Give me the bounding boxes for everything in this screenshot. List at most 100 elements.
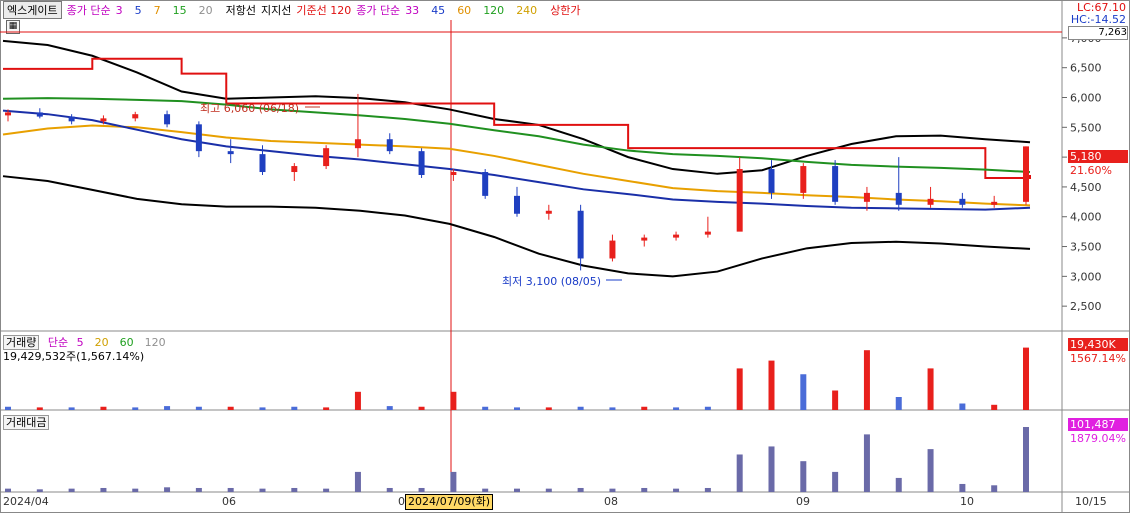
candle-body xyxy=(418,151,425,175)
y-tick-label: 6,000 xyxy=(1070,92,1102,105)
amount-bar xyxy=(514,488,520,492)
volume-bar xyxy=(959,403,966,410)
volume-bar xyxy=(195,406,202,410)
chart-canvas[interactable]: 7,0006,5006,0005,5005,0004,5004,0003,500… xyxy=(0,0,1130,513)
candle-body xyxy=(450,172,457,175)
volume-bar xyxy=(323,407,330,410)
y-tick-label: 4,000 xyxy=(1070,211,1102,224)
amount-bar xyxy=(5,488,11,492)
amount-bar xyxy=(386,487,393,492)
candle-body xyxy=(863,192,870,202)
amount-bar xyxy=(545,488,552,492)
volume-bar xyxy=(514,407,520,410)
series-line xyxy=(2,39,1031,175)
volume-bar xyxy=(100,406,107,410)
amount-bar xyxy=(768,446,775,492)
amount-bar xyxy=(418,487,425,492)
volume-bar xyxy=(863,350,870,410)
candle-body xyxy=(259,154,266,173)
amount-bar xyxy=(164,487,171,492)
volume-bar xyxy=(5,406,11,410)
candle-body xyxy=(832,166,839,202)
high-annotation: 최고 6,060 (06/18) xyxy=(200,102,300,115)
amount-bar xyxy=(641,487,648,492)
candle-body xyxy=(927,198,934,205)
candle-body xyxy=(164,114,171,125)
stock-chart-window: 엑스게이트 종가 단순 3 5 7 15 20 저항선 지지선 기준선 120 종가 단… xyxy=(0,0,1130,513)
x-axis-label: 06 xyxy=(222,495,236,508)
max-price-box: 7,263 xyxy=(1068,26,1128,40)
volume-bar xyxy=(609,407,616,410)
candle-body xyxy=(545,210,552,214)
volume-bar xyxy=(68,407,75,410)
volume-bar xyxy=(291,406,298,410)
amount-bar xyxy=(895,477,902,492)
volume-bar xyxy=(577,406,584,410)
volume-percent: 1567.14% xyxy=(1070,352,1126,365)
amount-bar xyxy=(673,488,680,492)
candle-body xyxy=(800,166,807,193)
candle-body xyxy=(577,210,584,259)
crosshair-date-label: 2024/07/09(화) xyxy=(405,494,494,510)
outer-border xyxy=(0,0,1130,513)
amount-bar xyxy=(227,487,234,492)
candle-body xyxy=(100,118,107,122)
y-tick-label: 2,500 xyxy=(1070,300,1102,313)
amount-bar xyxy=(36,489,43,492)
volume-bar xyxy=(991,404,998,410)
candle-body xyxy=(673,234,680,238)
candle-body xyxy=(641,237,648,241)
volume-bar xyxy=(736,368,743,410)
candle-body xyxy=(227,151,234,155)
amount-bar xyxy=(800,461,807,492)
candle-body xyxy=(736,169,743,232)
candle-body xyxy=(323,148,330,167)
amount-bar xyxy=(959,483,966,492)
volume-bar xyxy=(927,368,934,410)
candle-body xyxy=(482,172,489,196)
volume-ma-period-120[interactable]: 120 xyxy=(145,336,166,349)
candle-body xyxy=(195,124,202,152)
amount-title[interactable]: 거래대금 xyxy=(3,415,50,430)
candle-body xyxy=(514,195,520,214)
amount-bar xyxy=(704,487,711,492)
amount-bar xyxy=(832,471,839,492)
close-price-box: 5,180 xyxy=(1068,150,1128,163)
candle-body xyxy=(609,240,616,259)
candle-body xyxy=(959,198,966,205)
y-tick-label: 4,500 xyxy=(1070,181,1102,194)
volume-bar xyxy=(545,407,552,410)
amount-legend: 거래대금 xyxy=(3,414,54,430)
candle-body xyxy=(68,116,75,122)
volume-bar xyxy=(418,406,425,410)
amount-bar xyxy=(323,488,330,492)
volume-bar xyxy=(259,407,266,410)
volume-bar xyxy=(386,406,393,410)
volume-bar xyxy=(704,406,711,410)
amount-percent: 1879.04% xyxy=(1070,432,1126,445)
volume-summary: 19,429,532주(1,567.14%) xyxy=(3,350,145,363)
candle-body xyxy=(1023,146,1029,202)
volume-bar xyxy=(673,407,680,410)
candle-body xyxy=(991,201,998,205)
candle-body xyxy=(768,169,775,193)
candle-body xyxy=(386,139,393,152)
change-percent: 21.60% xyxy=(1070,164,1112,177)
amount-bar xyxy=(577,487,584,492)
amount-bar xyxy=(291,487,298,492)
candle-body xyxy=(132,114,139,119)
amount-bar xyxy=(68,488,75,492)
volume-bar xyxy=(768,360,775,410)
amount-box: 101,487 xyxy=(1068,418,1128,431)
volume-bar xyxy=(1023,347,1029,410)
amount-bar xyxy=(100,487,107,492)
volume-box: 19,430K xyxy=(1068,338,1128,351)
x-axis-label: 08 xyxy=(604,495,618,508)
x-axis-label: 10/15 xyxy=(1075,495,1107,508)
low-annotation: 최저 3,100 (08/05) xyxy=(502,275,602,288)
volume-bar xyxy=(895,397,902,410)
amount-bar xyxy=(354,471,361,492)
volume-bar xyxy=(164,406,171,410)
amount-bar xyxy=(609,488,616,492)
volume-bar xyxy=(36,407,43,410)
